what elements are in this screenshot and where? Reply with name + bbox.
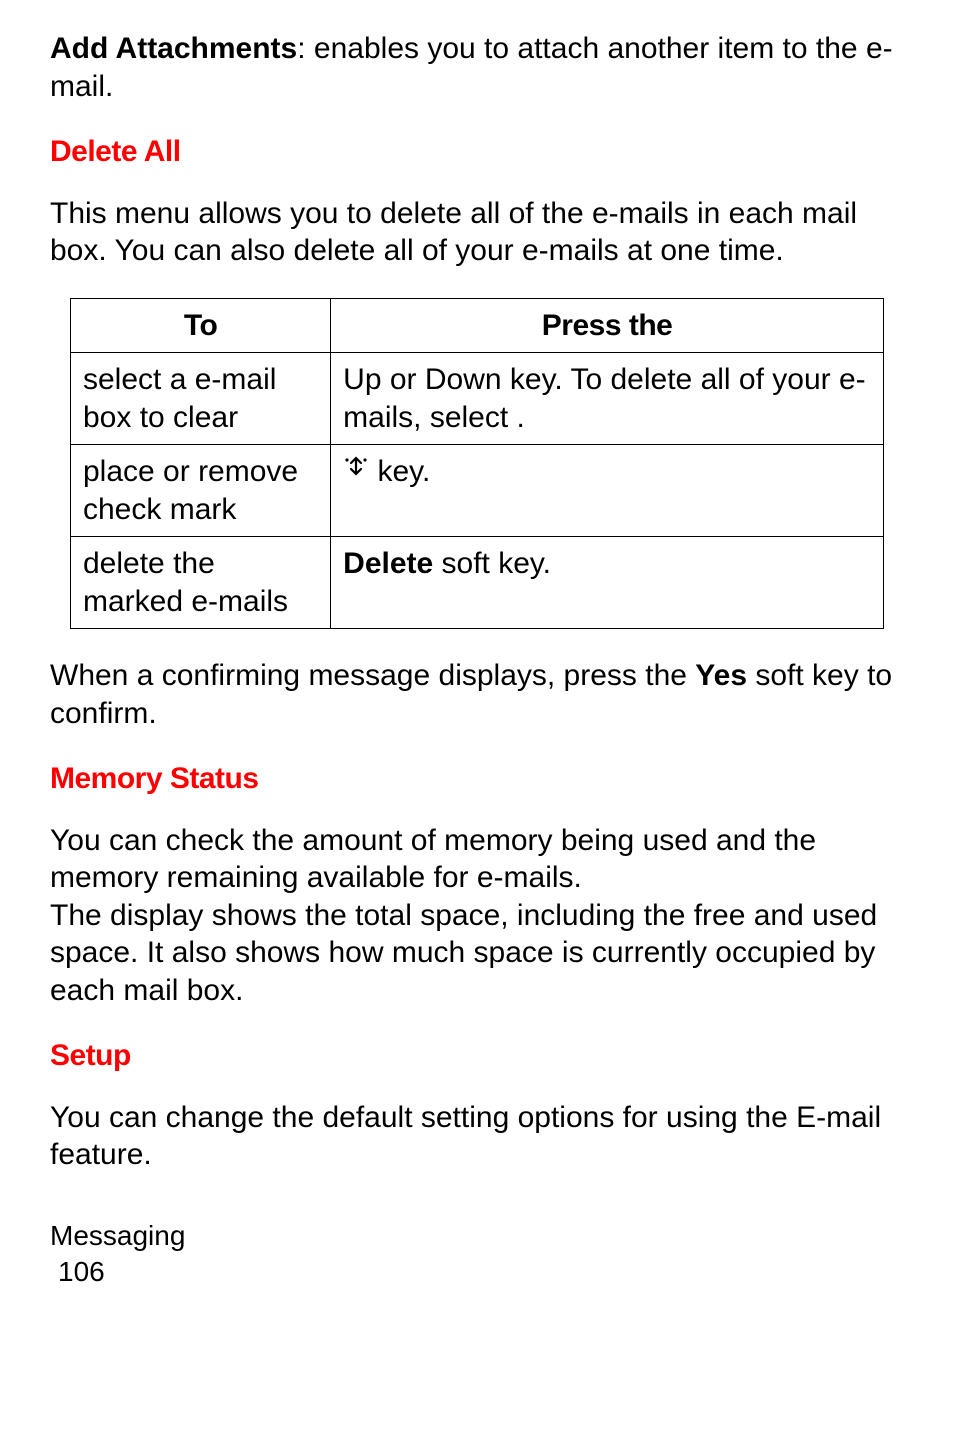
memory-status-paragraph: You can check the amount of memory being… <box>50 822 904 1010</box>
cell-to: select a e-mail box to clear <box>71 353 331 445</box>
table-header-to: To <box>71 298 331 353</box>
setup-header: Setup <box>50 1037 904 1075</box>
table-header-row: To Press the <box>71 298 884 353</box>
table-header-press: Press the <box>331 298 884 353</box>
page-footer: Messaging 106 <box>50 1218 904 1291</box>
table-row: select a e-mail box to clear Up or Down … <box>71 353 884 445</box>
cell-press: key. <box>331 445 884 537</box>
confirm-paragraph: When a confirming message displays, pres… <box>50 657 904 732</box>
footer-page: 106 <box>50 1254 904 1290</box>
delete-all-header: Delete All <box>50 133 904 171</box>
cell-press: Delete soft key. <box>331 537 884 629</box>
intro-bold: Add Attachments <box>50 32 297 65</box>
intro-paragraph: Add Attachments: enables you to attach a… <box>50 30 904 105</box>
footer-section: Messaging <box>50 1218 904 1254</box>
cell-press-text: key. <box>369 455 430 488</box>
table-row: delete the marked e-mails Delete soft ke… <box>71 537 884 629</box>
confirm-bold: Yes <box>695 659 747 692</box>
delete-all-paragraph: This menu allows you to delete all of th… <box>50 195 904 270</box>
cell-press-bold: Delete <box>343 547 433 580</box>
cell-press: Up or Down key. To delete all of your e-… <box>331 353 884 445</box>
cell-to: delete the marked e-mails <box>71 537 331 629</box>
memory-status-header: Memory Status <box>50 760 904 798</box>
cell-to: place or remove check mark <box>71 445 331 537</box>
table-row: place or remove check mark key. <box>71 445 884 537</box>
setup-paragraph: You can change the default setting optio… <box>50 1099 904 1174</box>
delete-all-table: To Press the select a e-mail box to clea… <box>70 298 884 630</box>
confirm-before: When a confirming message displays, pres… <box>50 659 695 692</box>
navigation-key-icon <box>343 452 369 490</box>
cell-press-rest: soft key. <box>433 547 551 580</box>
